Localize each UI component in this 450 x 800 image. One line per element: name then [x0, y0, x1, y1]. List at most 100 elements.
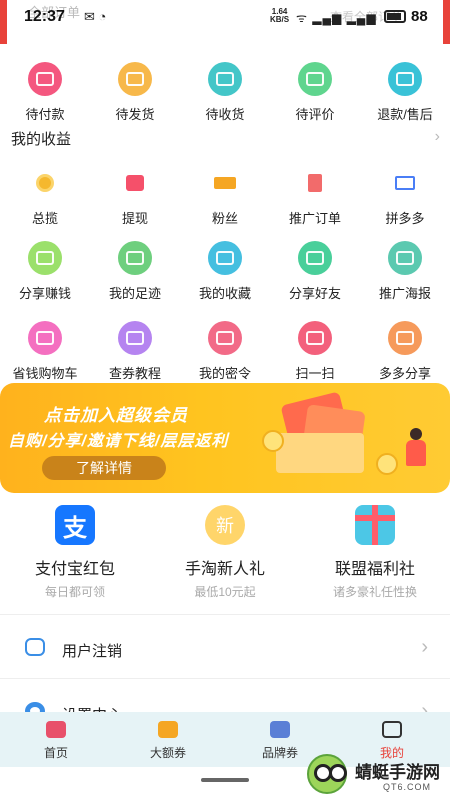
tool-label: 我的收藏	[198, 286, 251, 301]
battery-level: 88	[411, 8, 428, 25]
menu-label: 用户注销	[62, 643, 123, 660]
link-icon	[298, 241, 332, 275]
tool-label: 查券教程	[108, 366, 161, 381]
new-user-icon: 新	[205, 505, 245, 545]
gift-box-icon	[355, 505, 395, 545]
package-icon	[118, 62, 152, 96]
order-label: 待发货	[115, 107, 155, 122]
order-pending-shipment[interactable]: 待发货	[90, 62, 180, 123]
order-pending-receipt[interactable]: 待收货	[180, 62, 270, 123]
feature-title: 手淘新人礼	[184, 561, 265, 578]
tool-label: 省钱购物车	[12, 366, 78, 381]
tab-home[interactable]: 首页	[0, 712, 112, 767]
taobao-new-user-gift[interactable]: 新 手淘新人礼 最低10元起	[150, 505, 300, 600]
super-member-banner[interactable]: 点击加入超级会员 自购/分享/邀请下线/层层返利 了解详情	[0, 383, 450, 493]
status-bar: 全部订单 12:37 ✉ ◔ 查看全部订单 1.64 KB/S ᯤ ▂▄▆ ▂▄▆…	[0, 0, 450, 44]
wallet-icon	[28, 62, 62, 96]
home-icon	[46, 721, 66, 738]
password-icon	[208, 321, 242, 355]
order-label: 待付款	[25, 107, 65, 122]
order-label: 待收货	[205, 107, 245, 122]
divider	[0, 614, 450, 615]
order-refund[interactable]: 退款/售后	[360, 62, 450, 123]
home-indicator[interactable]	[201, 778, 249, 782]
learn-more-button[interactable]: 了解详情	[42, 456, 166, 480]
earnings-fans[interactable]: 粉丝	[180, 166, 270, 227]
watermark: 蜻蜓手游网 QT6.COM	[303, 752, 450, 800]
earnings-withdraw[interactable]: 提现	[90, 166, 180, 227]
alipay-red-packet[interactable]: 支 支付宝红包 每日都可领	[0, 505, 150, 600]
earnings-promo-orders[interactable]: 推广订单	[270, 166, 360, 227]
coin-illustration	[262, 430, 284, 452]
tool-label: 我的足迹	[108, 286, 161, 301]
tool-password[interactable]: 我的密令	[180, 321, 270, 382]
tool-label: 多多分享	[378, 366, 431, 381]
feature-row: 支 支付宝红包 每日都可领 新 手淘新人礼 最低10元起 联盟福利社 诸多豪礼任…	[0, 505, 450, 600]
order-pending-payment[interactable]: 待付款	[0, 62, 90, 123]
order-label: 退款/售后	[377, 107, 433, 122]
tools-row-2: 省钱购物车 查券教程 我的密令 扫一扫 多多分享	[0, 321, 450, 382]
brand-icon	[270, 721, 290, 738]
tab-label: 品牌券	[261, 746, 298, 760]
earnings-pinduoduo[interactable]: 拼多多	[360, 166, 450, 227]
watermark-url: QT6.COM	[383, 782, 432, 792]
battery-icon	[384, 10, 406, 23]
order-status-row: 待付款 待发货 待收货 待评价 退款/售后	[0, 62, 450, 123]
coin-illustration	[376, 453, 398, 475]
feature-title: 联盟福利社	[334, 561, 415, 578]
tool-cart[interactable]: 省钱购物车	[0, 321, 90, 382]
tab-label: 首页	[43, 746, 68, 760]
header-edge-right	[443, 0, 450, 44]
feature-subtitle: 诸多豪礼任性换	[332, 585, 417, 599]
earnings-overview[interactable]: 总揽	[0, 166, 90, 227]
truck-icon	[208, 62, 242, 96]
header-edge-left	[0, 0, 7, 44]
share-coin-icon	[388, 321, 422, 355]
crown-icon	[208, 166, 242, 200]
tool-share-friends[interactable]: 分享好友	[270, 241, 360, 302]
order-label: 待评价	[295, 107, 335, 122]
tool-label: 我的密令	[198, 366, 251, 381]
order-pending-review[interactable]: 待评价	[270, 62, 360, 123]
tool-favorites[interactable]: 我的收藏	[180, 241, 270, 302]
footprint-icon	[118, 241, 152, 275]
account-deletion-item[interactable]: 用户注销 ›	[0, 618, 450, 678]
tool-scan[interactable]: 扫一扫	[270, 321, 360, 382]
tool-tutorial[interactable]: 查券教程	[90, 321, 180, 382]
card-icon	[388, 166, 422, 200]
tab-big-coupons[interactable]: 大额券	[112, 712, 224, 767]
chevron-right-icon[interactable]: ›	[435, 128, 440, 146]
refund-icon	[388, 62, 422, 96]
cart-icon	[28, 321, 62, 355]
person-illustration	[404, 428, 428, 468]
tool-share-earn[interactable]: 分享赚钱	[0, 241, 90, 302]
frog-logo-icon	[307, 754, 347, 794]
divider	[0, 678, 450, 679]
profile-icon	[382, 721, 402, 738]
star-icon	[208, 241, 242, 275]
bag-icon	[118, 166, 152, 200]
earnings-label: 粉丝	[211, 211, 238, 226]
earnings-label: 拼多多	[385, 211, 425, 226]
scan-icon	[298, 321, 332, 355]
robot-icon	[25, 638, 45, 656]
feature-title: 支付宝红包	[34, 561, 115, 578]
tool-poster[interactable]: 推广海报	[360, 241, 450, 302]
earnings-label: 总揽	[31, 211, 58, 226]
gift-box-illustration	[276, 433, 364, 473]
tool-label: 推广海报	[378, 286, 431, 301]
tool-duoduo-share[interactable]: 多多分享	[360, 321, 450, 382]
tool-label: 分享赚钱	[18, 286, 71, 301]
earnings-label: 推广订单	[288, 211, 341, 226]
signal-icon: ᯤ ▂▄▆ ▂▄▆	[296, 11, 377, 25]
coupon-crown-icon	[158, 721, 178, 738]
tab-label: 大额券	[149, 746, 186, 760]
document-icon	[298, 166, 332, 200]
alliance-welfare[interactable]: 联盟福利社 诸多豪礼任性换	[300, 505, 450, 600]
earnings-label: 提现	[121, 211, 148, 226]
tool-footprints[interactable]: 我的足迹	[90, 241, 180, 302]
earnings-row: 总揽 提现 粉丝 推广订单 拼多多	[0, 166, 450, 227]
network-speed: 1.64 KB/S	[270, 7, 290, 24]
watermark-name: 蜻蜓手游网	[355, 763, 440, 782]
banner-headline: 点击加入超级会员	[44, 406, 188, 425]
